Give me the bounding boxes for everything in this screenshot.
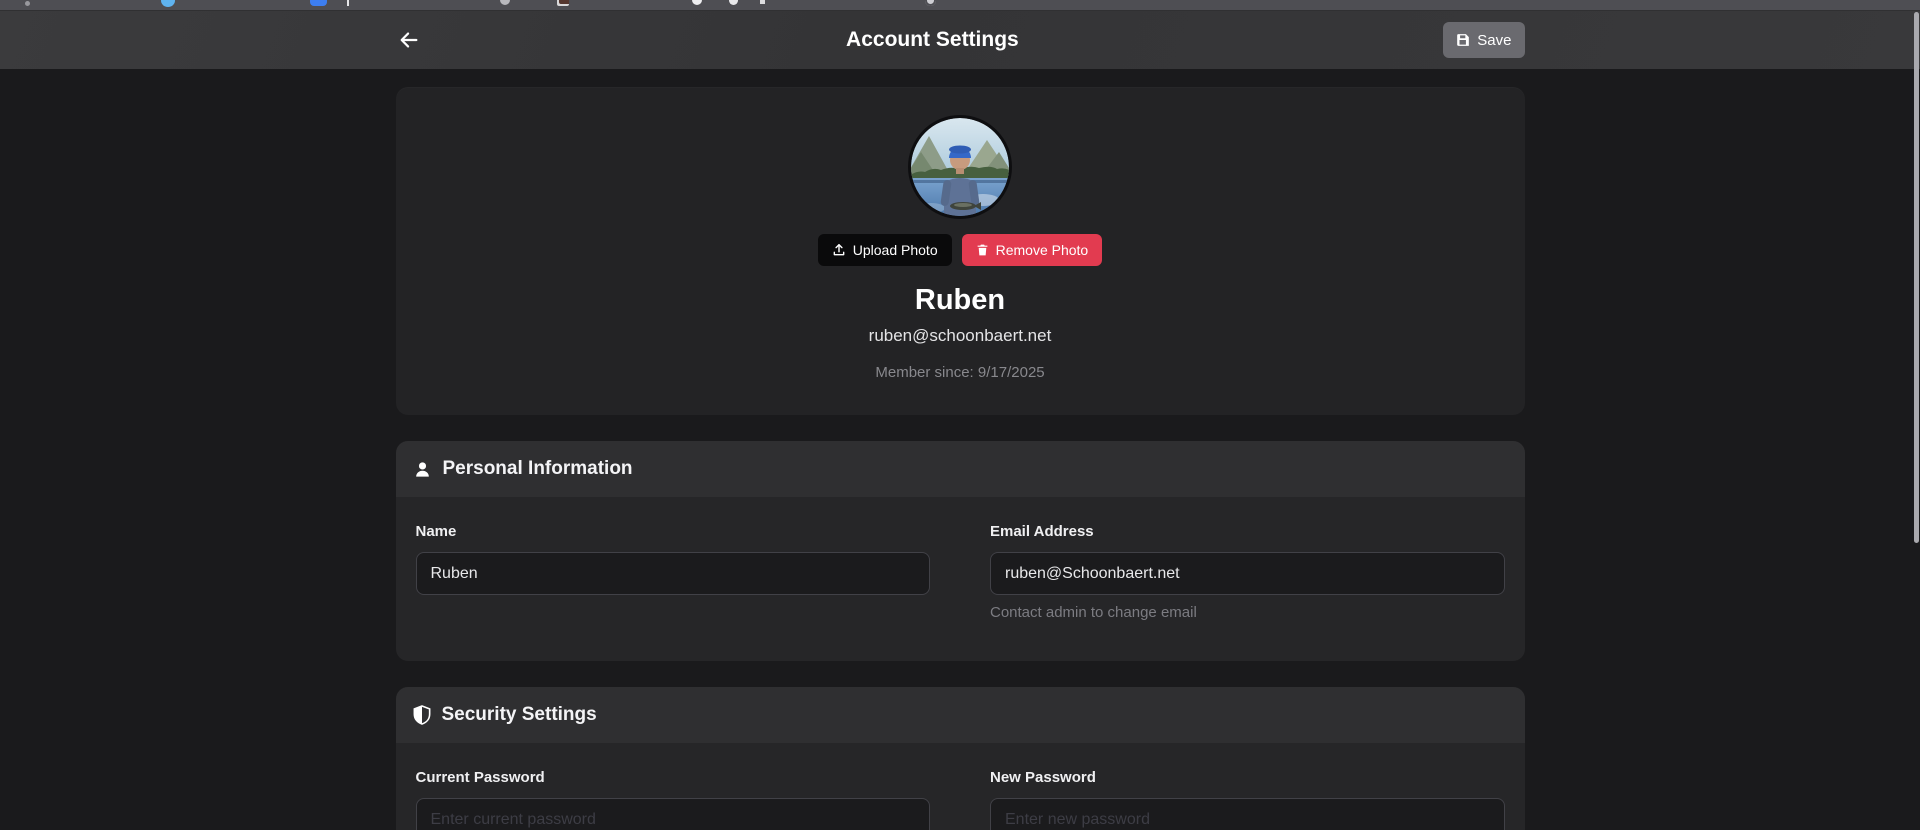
trash-icon: [976, 243, 989, 257]
personal-information-section: Personal Information Name Email Address …: [396, 441, 1525, 661]
vertical-scrollbar-thumb[interactable]: [1914, 12, 1919, 543]
upload-photo-label: Upload Photo: [853, 242, 938, 258]
tab-favicon[interactable]: [500, 0, 510, 5]
security-settings-header: Security Settings: [396, 687, 1525, 743]
upload-icon: [832, 243, 846, 257]
tab-favicon[interactable]: [760, 0, 765, 4]
save-button[interactable]: Save: [1443, 22, 1524, 58]
back-button[interactable]: [396, 27, 422, 53]
profile-display-name: Ruben: [396, 284, 1525, 317]
security-settings-section: Security Settings Current Password New P…: [396, 687, 1525, 830]
photo-actions: Upload Photo Remove Photo: [396, 234, 1525, 266]
tab-favicon[interactable]: [161, 0, 175, 7]
name-label: Name: [416, 523, 931, 540]
tab-favicon[interactable]: [347, 0, 349, 6]
section-title: Security Settings: [442, 704, 597, 726]
new-password-group: New Password: [990, 769, 1505, 830]
page-title: Account Settings: [422, 28, 1444, 52]
current-password-label: Current Password: [416, 769, 931, 786]
tab-favicon[interactable]: [692, 0, 702, 5]
remove-photo-button[interactable]: Remove Photo: [962, 234, 1103, 266]
tab-favicon[interactable]: [557, 0, 569, 6]
email-label: Email Address: [990, 523, 1505, 540]
name-input[interactable]: [416, 552, 931, 595]
section-title: Personal Information: [443, 458, 633, 480]
new-password-label: New Password: [990, 769, 1505, 786]
avatar: [908, 115, 1012, 219]
save-floppy-icon: [1456, 33, 1470, 47]
new-password-input[interactable]: [990, 798, 1505, 830]
name-field-group: Name: [416, 523, 931, 621]
tab-favicon[interactable]: [729, 0, 738, 5]
tab-favicon[interactable]: [310, 0, 327, 6]
tab-favicon[interactable]: [925, 0, 936, 6]
email-field-group: Email Address Contact admin to change em…: [990, 523, 1505, 621]
current-password-group: Current Password: [416, 769, 931, 830]
person-icon: [413, 460, 432, 479]
tab-favicon[interactable]: [25, 1, 30, 6]
member-since-text: Member since: 9/17/2025: [396, 364, 1525, 381]
personal-information-header: Personal Information: [396, 441, 1525, 497]
profile-email: ruben@schoonbaert.net: [396, 326, 1525, 346]
arrow-left-icon: [398, 29, 420, 51]
remove-photo-label: Remove Photo: [996, 242, 1089, 258]
app-header: Account Settings Save: [0, 11, 1920, 69]
upload-photo-button[interactable]: Upload Photo: [818, 234, 952, 266]
email-helper-text: Contact admin to change email: [990, 604, 1505, 621]
profile-card: Upload Photo Remove Photo Ruben ruben@sc…: [396, 87, 1525, 415]
browser-tab-strip: [0, 0, 1920, 11]
email-input[interactable]: [990, 552, 1505, 595]
current-password-input[interactable]: [416, 798, 931, 830]
save-button-label: Save: [1477, 32, 1511, 49]
shield-icon: [413, 705, 431, 725]
account-settings-page: Upload Photo Remove Photo Ruben ruben@sc…: [0, 69, 1920, 830]
avatar-photo: [911, 118, 1009, 216]
